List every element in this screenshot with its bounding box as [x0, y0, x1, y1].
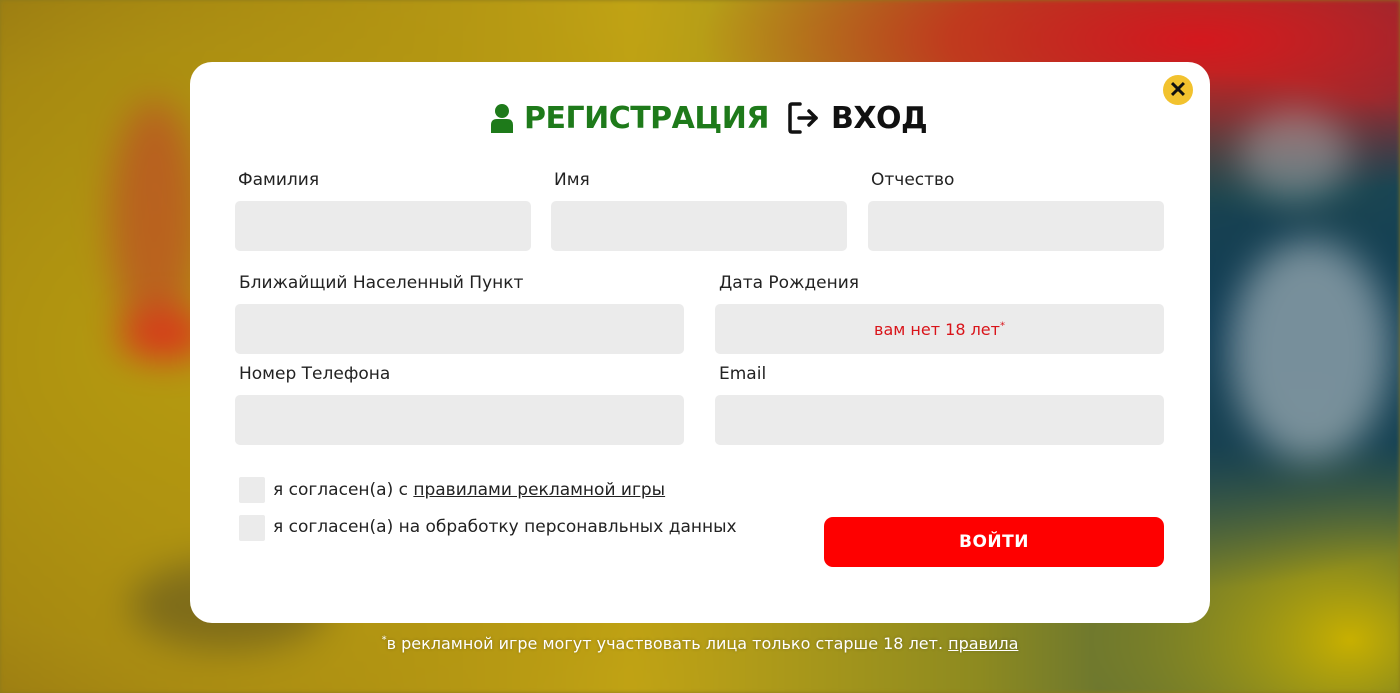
tab-login-label: ВХОД — [831, 100, 928, 136]
birth-date-error: вам нет 18 лет* — [874, 320, 1005, 339]
locality-field[interactable] — [235, 304, 684, 354]
tab-registration[interactable]: РЕГИСТРАЦИЯ — [490, 98, 769, 138]
rules-consent-text: я согласен(а) с — [273, 480, 414, 500]
patronymic-label: Отчество — [871, 170, 955, 190]
last-name-field[interactable] — [235, 201, 531, 251]
login-submit-button[interactable]: ВОЙТИ — [824, 517, 1164, 567]
phone-label: Номер Телефона — [239, 364, 391, 384]
personal-data-consent-label: я согласен(а) на обработку персонавльных… — [273, 517, 737, 537]
rules-link[interactable]: правилами рекламной игры — [413, 480, 665, 500]
email-label: Email — [719, 364, 767, 384]
user-icon — [491, 104, 513, 133]
phone-field[interactable] — [235, 395, 684, 445]
patronymic-field[interactable] — [868, 201, 1164, 251]
tab-registration-label: РЕГИСТРАЦИЯ — [524, 100, 769, 136]
email-field[interactable] — [715, 395, 1164, 445]
rules-consent-checkbox[interactable] — [239, 477, 265, 503]
tab-login[interactable]: ВХОД — [787, 98, 928, 138]
background-blob — [1230, 240, 1390, 460]
auth-tabs: РЕГИСТРАЦИЯ ВХОД — [0, 98, 1400, 138]
rules-consent-label: я согласен(а) с правилами рекламной игры — [273, 480, 665, 500]
footnote-text: в рекламной игре могут участвовать лица … — [386, 634, 949, 653]
age-footnote: *в рекламной игре могут участвовать лица… — [0, 634, 1400, 653]
error-asterisk: * — [999, 320, 1005, 332]
login-arrow-icon — [788, 102, 818, 134]
last-name-label: Фамилия — [238, 170, 320, 190]
birth-date-error-text: вам нет 18 лет — [874, 319, 1000, 339]
birth-date-label: Дата Рождения — [719, 273, 859, 293]
first-name-field[interactable] — [551, 201, 847, 251]
footnote-rules-link[interactable]: правила — [948, 634, 1018, 653]
birth-date-field[interactable]: вам нет 18 лет* — [715, 304, 1164, 354]
first-name-label: Имя — [554, 170, 590, 190]
personal-data-consent-checkbox[interactable] — [239, 515, 265, 541]
locality-label: Ближайщий Населенный Пункт — [239, 273, 524, 293]
